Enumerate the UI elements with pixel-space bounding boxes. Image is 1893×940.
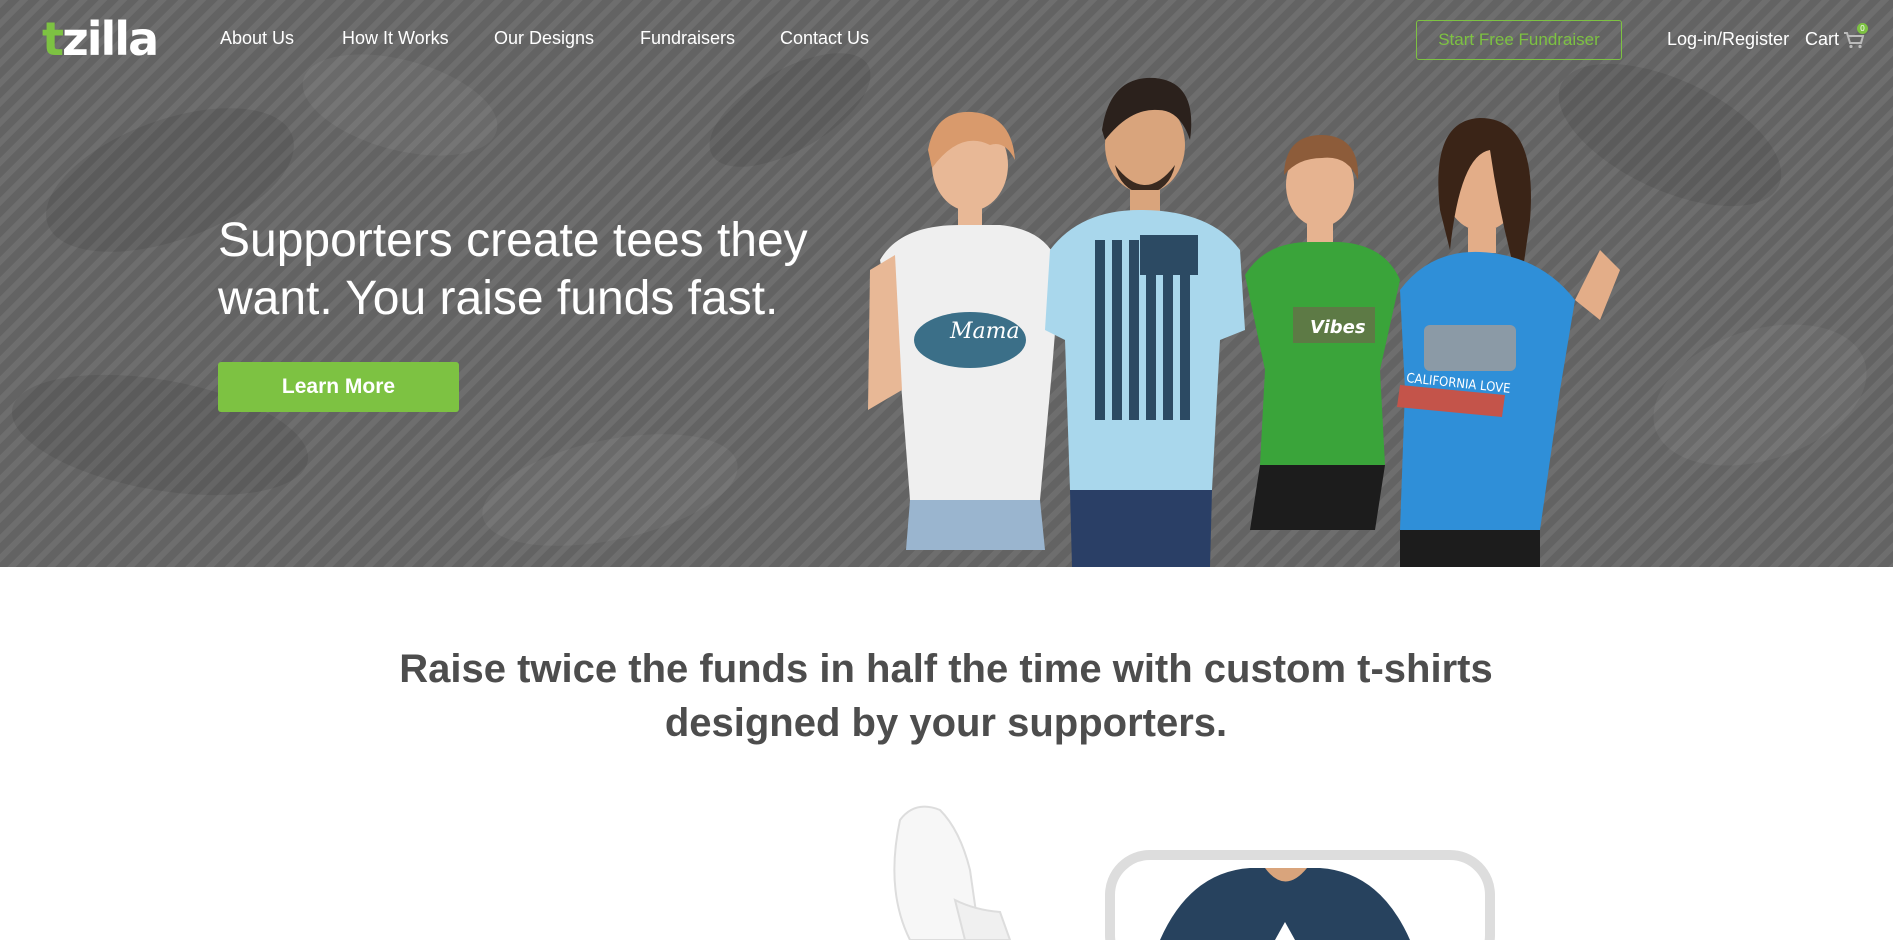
cart-count-badge: 0 [1857, 22, 1869, 34]
shirt-text-mama: Mama [949, 319, 1020, 344]
flag-graphic [1090, 235, 1200, 425]
people-tshirts-image: Mama Vibes CALIFORNIA LOVE [868, 77, 1620, 567]
nav-our-designs[interactable]: Our Designs [494, 28, 594, 49]
camo-pattern [1635, 299, 1885, 491]
nav-how-it-works[interactable]: How It Works [342, 28, 449, 49]
person-green-tee: Vibes [1245, 135, 1400, 530]
start-free-fundraiser-button[interactable]: Start Free Fundraiser [1416, 20, 1622, 60]
nav-contact-us[interactable]: Contact Us [780, 28, 869, 49]
camo-pattern [472, 414, 748, 566]
section-tagline: Raise twice the funds in half the time w… [399, 647, 1493, 745]
person-white-tee: Mama [868, 111, 1060, 550]
logo-letter-t: t [42, 12, 64, 66]
cart-icon: 0 [1843, 22, 1869, 49]
hero-banner: t zilla About Us How It Works Our Designs… [0, 0, 1893, 567]
hero-heading: Supporters create tees they want. You ra… [218, 214, 808, 325]
person-light-blue-tee [1045, 77, 1245, 567]
shirt-text-vibes: Vibes [1310, 317, 1366, 338]
tzilla-logo[interactable]: t zilla [42, 14, 167, 64]
logo-wordmark: zilla [62, 12, 159, 66]
camo-pattern [291, 35, 509, 175]
cart-link[interactable]: Cart 0 [1805, 22, 1869, 50]
hoodie-graphic [893, 805, 1012, 940]
cart-label: Cart [1805, 29, 1840, 49]
nav-about-us[interactable]: About Us [220, 28, 294, 49]
login-register-link[interactable]: Log-in/Register [1667, 29, 1789, 50]
nav-fundraisers[interactable]: Fundraisers [640, 28, 735, 49]
product-preview-image [893, 805, 1495, 940]
person-blue-tee: CALIFORNIA LOVE [1397, 118, 1620, 567]
phone-frame [1105, 850, 1495, 940]
learn-more-button[interactable]: Learn More [218, 362, 459, 412]
